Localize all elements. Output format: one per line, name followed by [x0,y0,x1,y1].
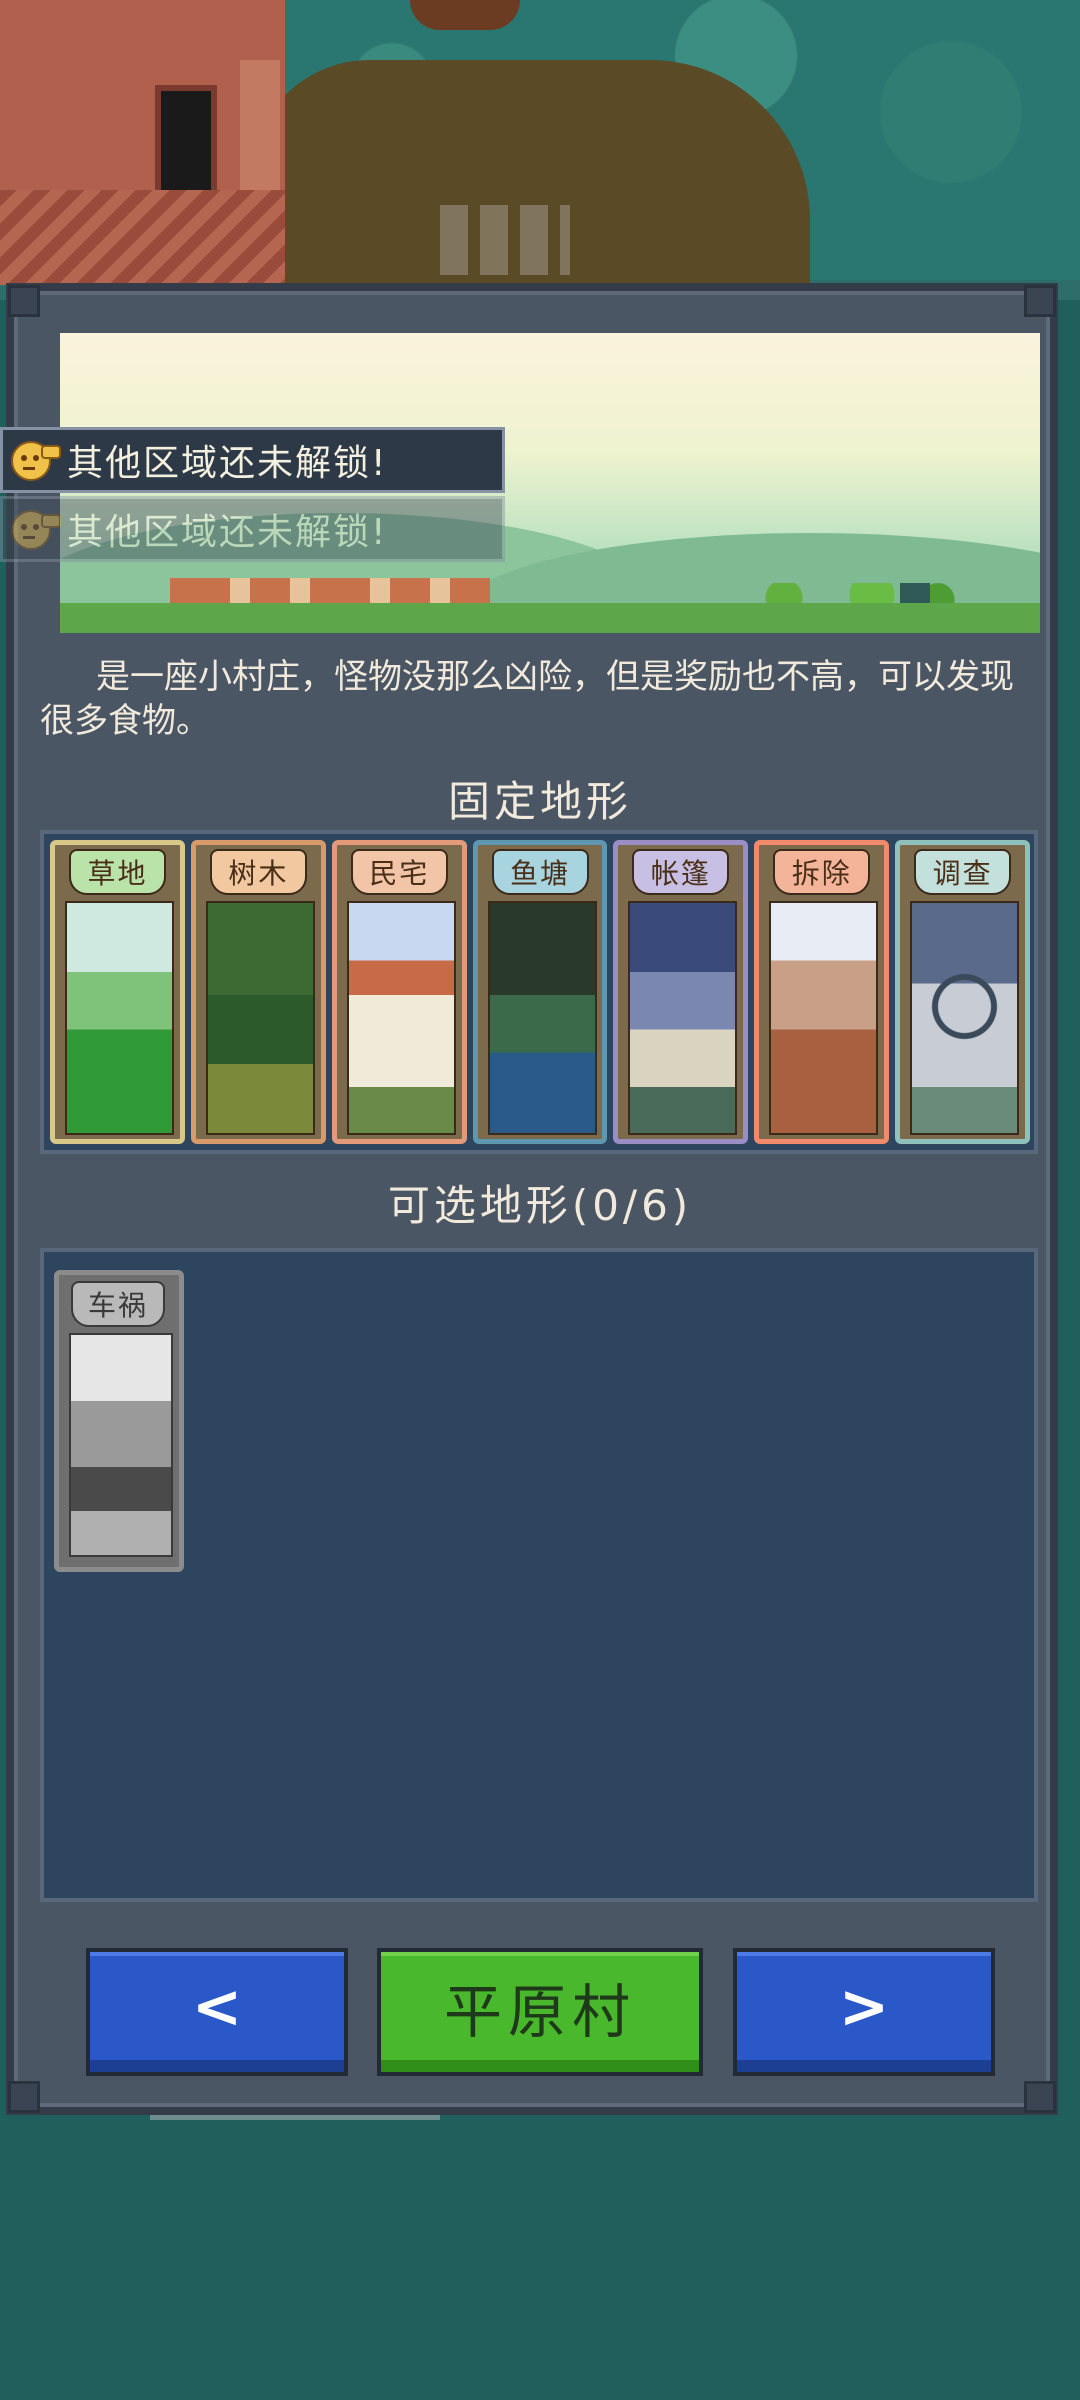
tent-art [628,901,738,1135]
thinking-emoji-icon [9,504,61,554]
terrain-card-label: 调查 [914,849,1012,895]
house-window [155,85,217,197]
terrain-card-grass[interactable]: 草地 [50,840,185,1144]
terrain-card-label: 树木 [209,849,307,895]
fixed-terrain-list: 草地 树木 民宅 鱼塘 帐篷 拆除 调查 [40,830,1038,1154]
background-house [0,0,285,285]
terrain-card-investigate[interactable]: 调查 [895,840,1031,1144]
area-name-button[interactable]: 平原村 [377,1948,703,2076]
terrain-card-demolish[interactable]: 拆除 [754,840,890,1144]
terrain-card-label: 车祸 [71,1281,165,1327]
next-area-button[interactable]: > [733,1948,995,2076]
demolish-art [769,901,879,1135]
toast-text: 其他区域还未解锁! [67,512,388,553]
panel-corner [1024,285,1056,317]
terrain-card-tent[interactable]: 帐篷 [613,840,749,1144]
panel-corner [1024,2081,1056,2113]
fishpond-art [487,901,597,1135]
chevron-left-icon: < [191,1972,243,2042]
thinking-emoji-icon [9,435,61,485]
chevron-right-icon: > [838,1972,890,2042]
panel-corner [8,285,40,317]
magnifier-icon [910,901,1020,1135]
terrain-card-label: 民宅 [350,849,448,895]
locked-area-toast: 其他区域还未解锁! [0,496,505,562]
house-side [240,60,280,190]
terrain-card-label: 草地 [69,849,166,895]
area-name: 平原村 [443,1978,636,2046]
terrain-card-label: 鱼塘 [491,849,589,895]
fixed-terrain-title: 固定地形 [447,777,632,826]
trees-art [205,901,315,1135]
house-art [346,901,456,1135]
locked-area-toast: 其他区域还未解锁! [0,427,505,493]
terrain-card-label: 帐篷 [632,849,730,895]
background-stones [440,205,570,275]
scene-ground [60,603,1040,633]
terrain-card-house[interactable]: 民宅 [331,840,467,1144]
previous-area-button[interactable]: < [86,1948,348,2076]
optional-terrain-title: 可选地形(0/6) [387,1181,693,1230]
car-accident-art [69,1333,173,1557]
background-log [410,0,520,30]
house-roof [0,190,285,285]
terrain-card-label: 拆除 [773,849,871,895]
optional-terrain-list: 车祸 [40,1248,1038,1902]
grass-art [65,901,174,1135]
terrain-card-car-accident[interactable]: 车祸 [54,1270,184,1572]
area-description: 是一座小村庄，怪物没那么凶险，但是奖励也不高，可以发现很多食物。 [40,657,1014,741]
background-scene [0,0,1080,300]
terrain-card-fishpond[interactable]: 鱼塘 [472,840,608,1144]
panel-corner [8,2081,40,2113]
terrain-card-trees[interactable]: 树木 [190,840,326,1144]
toast-text: 其他区域还未解锁! [67,443,388,484]
